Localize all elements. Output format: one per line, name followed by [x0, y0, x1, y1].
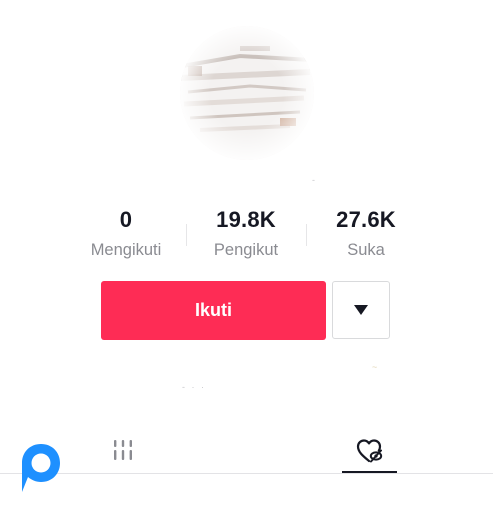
- avatar-artifact: -: [312, 175, 315, 185]
- tab-selected-indicator: [342, 471, 397, 473]
- profile-screen: - 0 Mengikuti 19.8K Pengikut 27.6K Suka …: [0, 0, 493, 509]
- liked-heart-icon: [356, 439, 383, 463]
- caret-down-icon: [354, 305, 368, 315]
- tab-liked[interactable]: [335, 428, 405, 474]
- stat-following-label: Mengikuti: [90, 241, 162, 259]
- bio-artifact: ~: [372, 362, 378, 372]
- profile-avatar[interactable]: [180, 26, 314, 160]
- stat-following-value: 0: [119, 207, 133, 232]
- tab-bar-divider: [0, 473, 493, 474]
- stat-likes[interactable]: 27.6K Suka: [296, 206, 436, 262]
- stat-likes-value: 27.6K: [336, 207, 396, 232]
- avatar-image: [180, 26, 314, 160]
- stat-likes-label: Suka: [347, 241, 385, 259]
- stat-followers-value: 19.8K: [216, 207, 276, 232]
- more-options-button[interactable]: [332, 281, 390, 339]
- stat-followers[interactable]: 19.8K Pengikut: [176, 206, 316, 262]
- profile-stats: 0 Mengikuti 19.8K Pengikut 27.6K Suka: [0, 206, 493, 266]
- tab-videos[interactable]: [88, 428, 158, 474]
- bio-artifact: - · ·: [182, 382, 206, 392]
- stat-followers-label: Pengikut: [213, 241, 279, 259]
- videos-grid-icon: [114, 440, 132, 460]
- watermark-logo-icon: [20, 442, 62, 494]
- stat-following[interactable]: 0 Mengikuti: [56, 206, 196, 262]
- follow-button[interactable]: Ikuti: [101, 281, 326, 340]
